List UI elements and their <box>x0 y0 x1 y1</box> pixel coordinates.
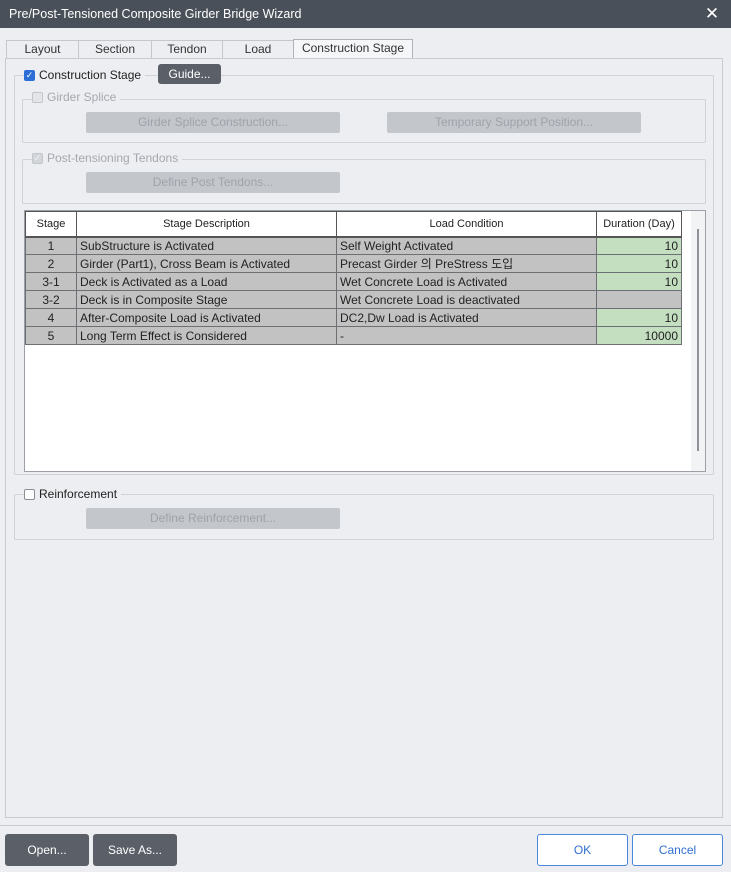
girder-splice-construction-button[interactable]: Girder Splice Construction... <box>86 112 340 133</box>
description-cell: Deck is in Composite Stage <box>76 290 337 309</box>
duration-cell[interactable]: 10000 <box>596 326 682 345</box>
define-reinforcement-button[interactable]: Define Reinforcement... <box>86 508 340 529</box>
stage-cell: 1 <box>25 236 77 255</box>
construction-stage-label: Construction Stage <box>39 68 142 82</box>
window-title: Pre/Post-Tensioned Composite Girder Brid… <box>9 7 302 21</box>
duration-cell[interactable]: 10 <box>596 272 682 291</box>
guide-button[interactable]: Guide... <box>158 64 221 84</box>
define-post-tendons-button[interactable]: Define Post Tendons... <box>86 172 340 193</box>
load-condition-cell: Precast Girder 의 PreStress 도입 <box>336 254 597 273</box>
load-condition-cell: Self Weight Activated <box>336 236 597 255</box>
reinforcement-checkbox[interactable]: Reinforcement <box>24 487 122 501</box>
checkbox-unchecked-icon[interactable] <box>24 488 35 500</box>
tab-construction-stage[interactable]: Construction Stage <box>293 39 413 59</box>
load-condition-cell: Wet Concrete Load is Activated <box>336 272 597 291</box>
post-tensioning-label: Post-tensioning Tendons <box>47 151 179 165</box>
load-condition-cell: - <box>336 326 597 345</box>
title-bar: Pre/Post-Tensioned Composite Girder Brid… <box>0 0 731 28</box>
close-icon[interactable]: ✕ <box>703 3 721 25</box>
description-cell: After-Composite Load is Activated <box>76 308 337 327</box>
stage-cell: 4 <box>25 308 77 327</box>
table-row[interactable]: 3-2 Deck is in Composite Stage Wet Concr… <box>25 290 682 309</box>
stage-table: Stage Stage Description Load Condition D… <box>25 211 682 345</box>
duration-cell[interactable]: 10 <box>596 308 682 327</box>
checkbox-checked-icon[interactable]: ✓ <box>32 152 43 164</box>
footer-divider <box>0 825 731 826</box>
post-tensioning-checkbox[interactable]: ✓ Post-tensioning Tendons <box>32 151 183 165</box>
ok-button[interactable]: OK <box>537 834 628 866</box>
reinforcement-label: Reinforcement <box>39 487 118 501</box>
duration-cell[interactable]: 10 <box>596 236 682 255</box>
stage-cell: 3-1 <box>25 272 77 291</box>
tab-load[interactable]: Load <box>222 40 294 59</box>
header-stage-description[interactable]: Stage Description <box>76 211 337 238</box>
tab-layout[interactable]: Layout <box>6 40 79 59</box>
tab-bar: Layout Section Tendon Load Construction … <box>6 39 413 59</box>
open-button[interactable]: Open... <box>5 834 89 866</box>
stage-cell: 5 <box>25 326 77 345</box>
table-row[interactable]: 3-1 Deck is Activated as a Load Wet Conc… <box>25 272 682 291</box>
duration-cell[interactable]: 10 <box>596 254 682 273</box>
table-header-row: Stage Stage Description Load Condition D… <box>25 211 682 238</box>
table-vertical-scrollbar[interactable] <box>691 211 705 471</box>
table-row[interactable]: 5 Long Term Effect is Considered - 10000 <box>25 326 682 345</box>
scrollbar-thumb[interactable] <box>697 229 699 451</box>
tab-section[interactable]: Section <box>78 40 152 59</box>
load-condition-cell: Wet Concrete Load is deactivated <box>336 290 597 309</box>
duration-cell <box>596 290 682 309</box>
load-condition-cell: DC2,Dw Load is Activated <box>336 308 597 327</box>
description-cell: Long Term Effect is Considered <box>76 326 337 345</box>
table-row[interactable]: 1 SubStructure is Activated Self Weight … <box>25 236 682 255</box>
temporary-support-position-button[interactable]: Temporary Support Position... <box>387 112 641 133</box>
table-row[interactable]: 2 Girder (Part1), Cross Beam is Activate… <box>25 254 682 273</box>
construction-stage-panel: ✓ Construction Stage Guide... Girder Spl… <box>5 58 723 818</box>
checkbox-checked-icon[interactable]: ✓ <box>24 69 35 81</box>
description-cell: SubStructure is Activated <box>76 236 337 255</box>
stage-cell: 3-2 <box>25 290 77 309</box>
girder-splice-label: Girder Splice <box>47 90 117 104</box>
cancel-button[interactable]: Cancel <box>632 834 723 866</box>
header-duration[interactable]: Duration (Day) <box>596 211 682 238</box>
stage-table-container: Stage Stage Description Load Condition D… <box>24 210 706 472</box>
tab-tendon[interactable]: Tendon <box>151 40 223 59</box>
girder-splice-checkbox[interactable]: Girder Splice <box>32 90 121 104</box>
stage-cell: 2 <box>25 254 77 273</box>
checkbox-unchecked-icon[interactable] <box>32 91 43 103</box>
save-as-button[interactable]: Save As... <box>93 834 177 866</box>
header-load-condition[interactable]: Load Condition <box>336 211 597 238</box>
description-cell: Girder (Part1), Cross Beam is Activated <box>76 254 337 273</box>
header-stage[interactable]: Stage <box>25 211 77 238</box>
table-row[interactable]: 4 After-Composite Load is Activated DC2,… <box>25 308 682 327</box>
construction-stage-checkbox[interactable]: ✓ Construction Stage <box>24 68 146 82</box>
description-cell: Deck is Activated as a Load <box>76 272 337 291</box>
